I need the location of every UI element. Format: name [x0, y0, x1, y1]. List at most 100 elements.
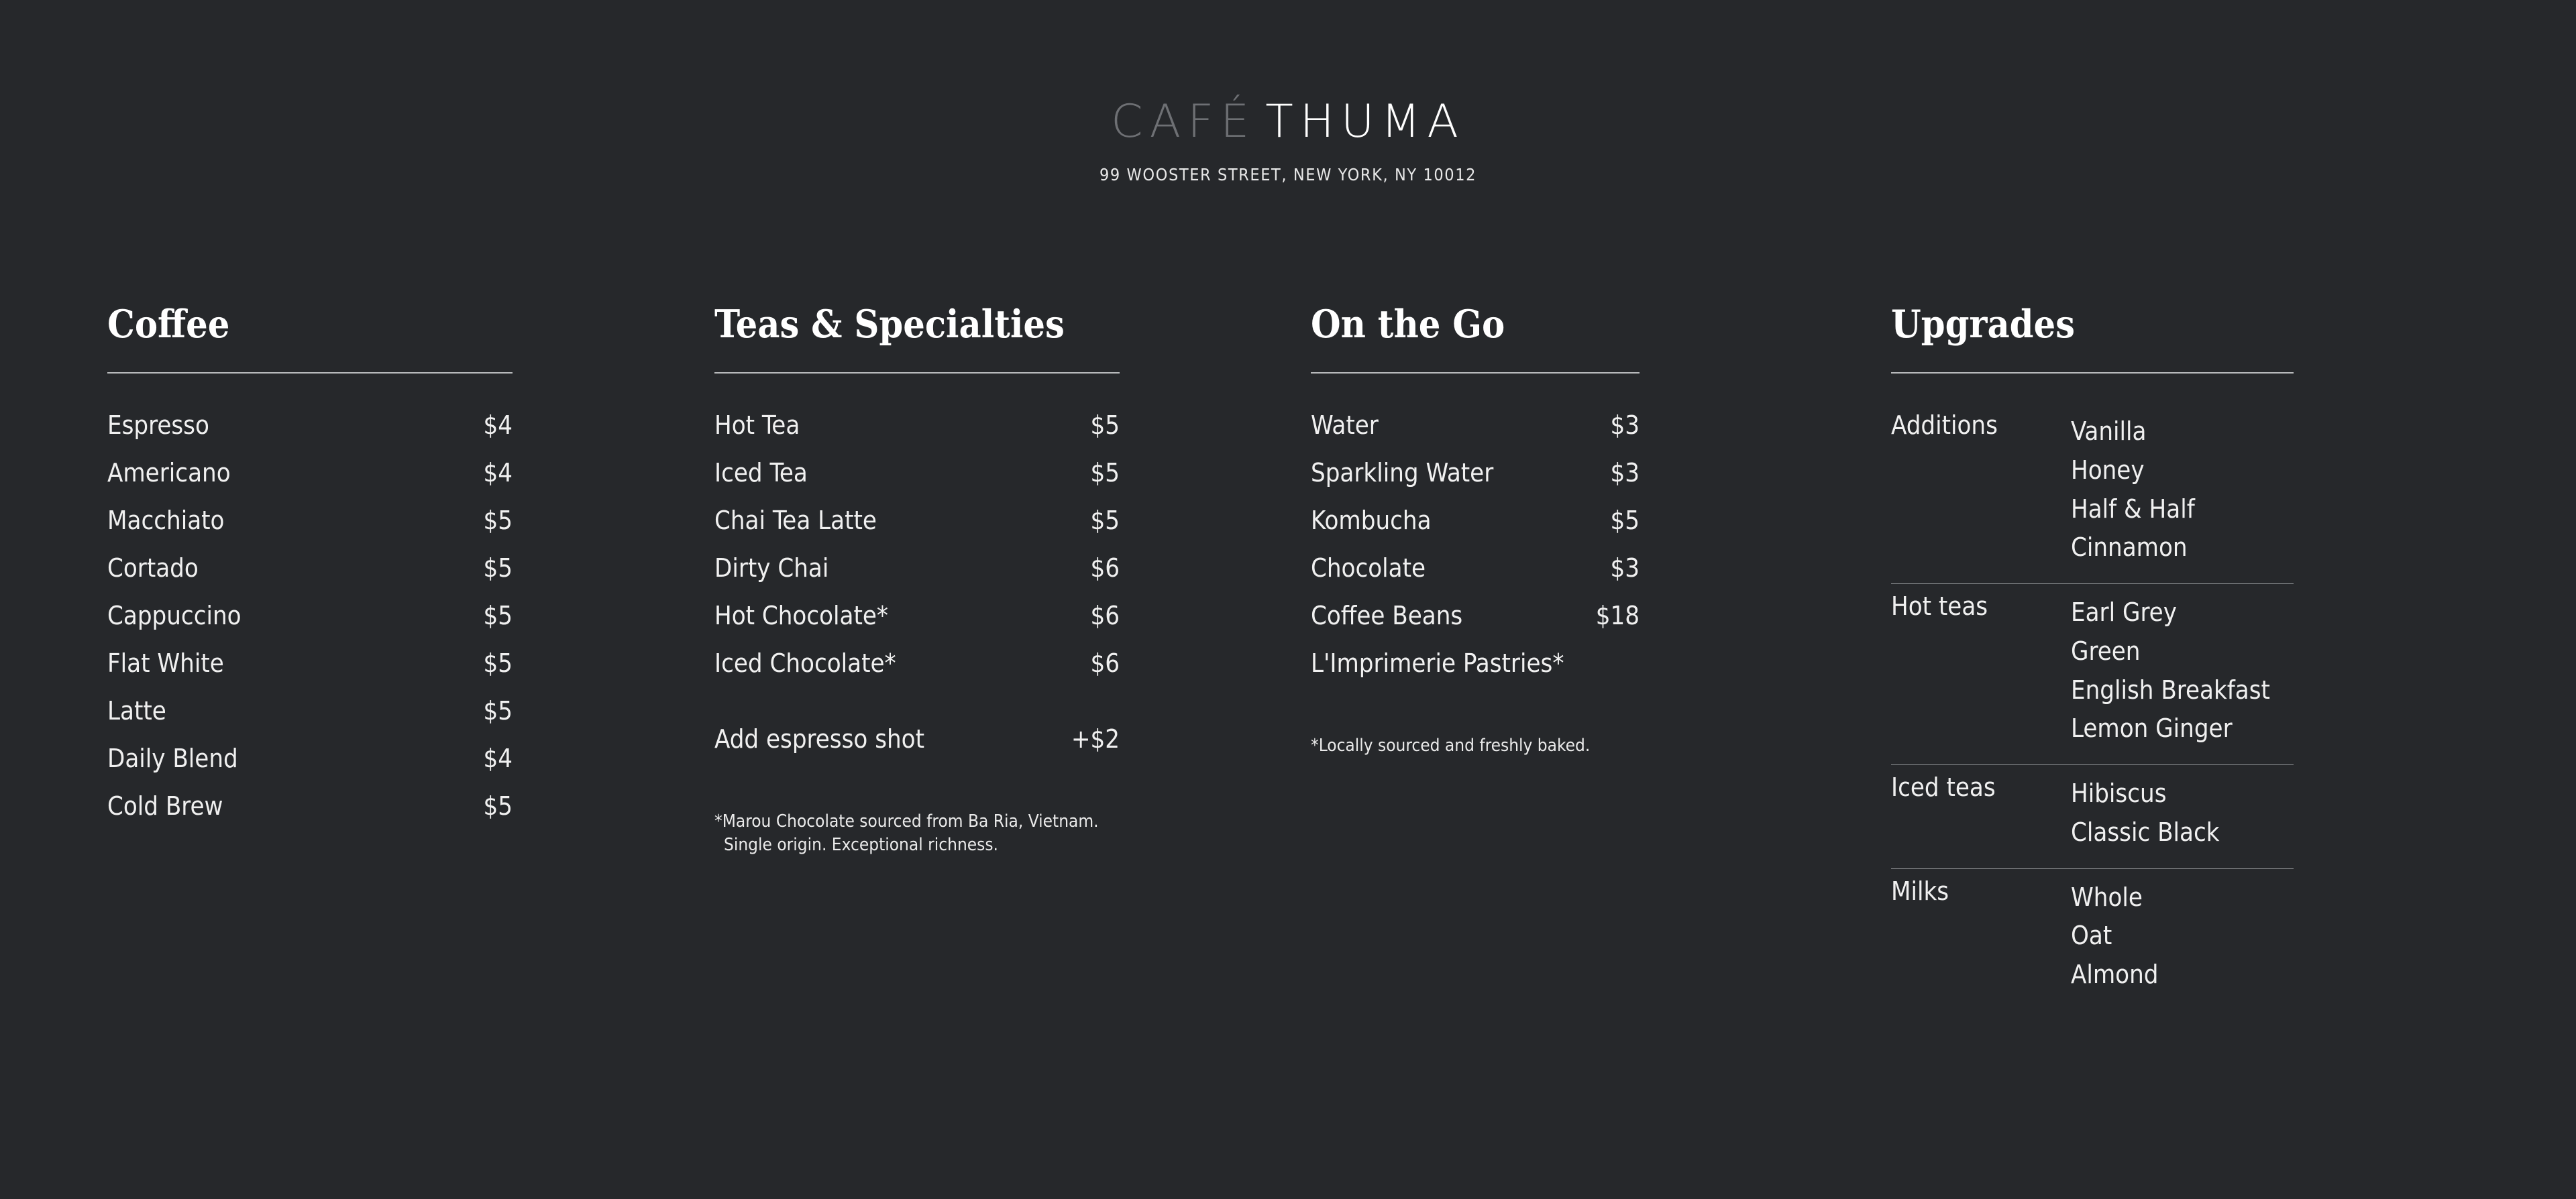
menu-item-row[interactable]: Flat White $5 [107, 641, 513, 689]
item-price: $5 [1090, 410, 1120, 440]
upgrade-option[interactable]: English Breakfast [2071, 671, 2270, 710]
upgrade-option[interactable]: Earl Grey [2071, 593, 2270, 632]
menu-item-row[interactable]: Hot Chocolate* $6 [714, 593, 1120, 641]
upgrade-option[interactable]: Hibiscus [2071, 775, 2220, 813]
upgrade-group-label: Hot teas [1891, 591, 1988, 621]
item-name: Espresso [107, 410, 209, 440]
teas-footnote-line-1: *Marou Chocolate sourced from Ba Ria, Vi… [714, 811, 1099, 832]
menu-item-row[interactable]: Espresso $4 [107, 403, 513, 451]
item-price: $3 [1610, 553, 1640, 583]
menu-board: CAFÉ THUMA 99 WOOSTER STREET, NEW YORK, N… [0, 0, 2576, 1199]
upgrade-group-iced-teas[interactable]: Iced teas Hibiscus Classic Black [1891, 765, 2294, 868]
item-price: $18 [1595, 601, 1640, 630]
upgrade-group-label: Additions [1891, 410, 1998, 440]
teas-footnote: *Marou Chocolate sourced from Ba Ria, Vi… [714, 810, 1120, 857]
addon-name: Add espresso shot [714, 724, 924, 754]
item-price: $3 [1610, 410, 1640, 440]
menu-section-teas: Teas & Specialties Hot Tea $5 Iced Tea $… [714, 305, 1120, 857]
upgrade-option[interactable]: Honey [2071, 451, 2195, 490]
on-the-go-item-list: Water $3 Sparkling Water $3 Kombucha $5 … [1311, 403, 1640, 689]
brand-name-cafe: CAFÉ [1111, 95, 1256, 148]
item-price: $6 [1090, 648, 1120, 678]
item-name: Macchiato [107, 506, 225, 535]
upgrade-option[interactable]: Lemon Ginger [2071, 709, 2270, 748]
menu-item-row[interactable]: Cold Brew $5 [107, 784, 513, 832]
upgrade-group-additions[interactable]: Additions Vanilla Honey Half & Half Cinn… [1891, 403, 2294, 583]
item-name: Americano [107, 458, 231, 488]
brand-name-thuma: THUMA [1265, 95, 1465, 148]
section-rule-teas [714, 372, 1120, 374]
menu-item-row[interactable]: Chai Tea Latte $5 [714, 498, 1120, 546]
menu-item-row[interactable]: Coffee Beans $18 [1311, 593, 1640, 641]
upgrade-group-values: Whole Oat Almond [2071, 878, 2158, 994]
item-price: $5 [1090, 458, 1120, 488]
menu-item-row[interactable]: Water $3 [1311, 403, 1640, 451]
teas-footnote-line-2: Single origin. Exceptional richness. [724, 835, 998, 856]
store-address: 99 WOOSTER STREET, NEW YORK, NY 10012 [1099, 165, 1477, 184]
upgrade-group-hot-teas[interactable]: Hot teas Earl Grey Green English Breakfa… [1891, 584, 2294, 764]
upgrade-option[interactable]: Oat [2071, 917, 2158, 956]
item-price: $5 [483, 506, 513, 535]
section-title-upgrades: Upgrades [1891, 302, 2076, 347]
item-name: Cortado [107, 553, 199, 583]
item-name: L'Imprimerie Pastries* [1311, 648, 1564, 678]
coffee-item-list: Espresso $4 Americano $4 Macchiato $5 Co… [107, 403, 513, 832]
upgrade-group-milks[interactable]: Milks Whole Oat Almond [1891, 869, 2294, 1011]
item-price: $5 [483, 553, 513, 583]
menu-section-upgrades: Upgrades Additions Vanilla Honey Half & … [1891, 305, 2294, 1011]
menu-item-row[interactable]: Macchiato $5 [107, 498, 513, 546]
upgrade-option[interactable]: Whole [2071, 878, 2158, 917]
item-name: Water [1311, 410, 1379, 440]
menu-item-row[interactable]: Cappuccino $5 [107, 593, 513, 641]
item-name: Cold Brew [107, 791, 223, 821]
addon-price: +$2 [1071, 724, 1120, 754]
upgrade-option[interactable]: Green [2071, 632, 2270, 671]
item-name: Iced Chocolate* [714, 648, 896, 678]
item-name: Flat White [107, 648, 224, 678]
menu-item-row[interactable]: L'Imprimerie Pastries* [1311, 641, 1640, 689]
item-name: Daily Blend [107, 744, 238, 773]
teas-item-list: Hot Tea $5 Iced Tea $5 Chai Tea Latte $5… [714, 403, 1120, 764]
menu-item-row[interactable]: Americano $4 [107, 451, 513, 498]
menu-item-row[interactable]: Daily Blend $4 [107, 736, 513, 784]
item-price: $5 [483, 648, 513, 678]
menu-item-row[interactable]: Dirty Chai $6 [714, 546, 1120, 593]
item-name: Chai Tea Latte [714, 506, 877, 535]
item-price: $3 [1610, 458, 1640, 488]
item-name: Coffee Beans [1311, 601, 1463, 630]
upgrade-option[interactable]: Half & Half [2071, 490, 2195, 529]
item-name: Hot Tea [714, 410, 800, 440]
menu-item-row[interactable]: Latte $5 [107, 689, 513, 736]
menu-section-coffee: Coffee Espresso $4 Americano $4 Macchiat… [107, 305, 513, 832]
upgrade-option[interactable]: Almond [2071, 956, 2158, 994]
on-the-go-footnote-line-1: *Locally sourced and freshly baked. [1311, 736, 1591, 756]
board-header: CAFÉ THUMA 99 WOOSTER STREET, NEW YORK, N… [0, 0, 2576, 185]
item-price: $5 [483, 601, 513, 630]
upgrade-option[interactable]: Vanilla [2071, 412, 2195, 451]
item-price: $4 [483, 458, 513, 488]
menu-item-row[interactable]: Cortado $5 [107, 546, 513, 593]
item-name: Sparkling Water [1311, 458, 1494, 488]
menu-item-row[interactable]: Sparkling Water $3 [1311, 451, 1640, 498]
upgrade-option[interactable]: Classic Black [2071, 813, 2220, 852]
section-title-coffee: Coffee [107, 302, 230, 347]
menu-item-row[interactable]: Iced Tea $5 [714, 451, 1120, 498]
section-rule-coffee [107, 372, 513, 374]
upgrade-option[interactable]: Cinnamon [2071, 528, 2195, 567]
menu-addon-row-espresso-shot[interactable]: Add espresso shot +$2 [714, 717, 1120, 764]
item-name: Kombucha [1311, 506, 1432, 535]
upgrade-group-values: Hibiscus Classic Black [2071, 775, 2220, 852]
item-name: Iced Tea [714, 458, 808, 488]
item-price: $5 [483, 696, 513, 726]
item-price: $6 [1090, 601, 1120, 630]
menu-item-row[interactable]: Hot Tea $5 [714, 403, 1120, 451]
menu-item-row[interactable]: Kombucha $5 [1311, 498, 1640, 546]
item-price: $5 [1610, 506, 1640, 535]
menu-item-row[interactable]: Iced Chocolate* $6 [714, 641, 1120, 689]
item-price: $5 [1090, 506, 1120, 535]
menu-item-row[interactable]: Chocolate $3 [1311, 546, 1640, 593]
item-name: Chocolate [1311, 553, 1426, 583]
section-title-on-the-go: On the Go [1311, 302, 1505, 347]
upgrade-group-values: Earl Grey Green English Breakfast Lemon … [2071, 593, 2270, 748]
item-name: Dirty Chai [714, 553, 829, 583]
